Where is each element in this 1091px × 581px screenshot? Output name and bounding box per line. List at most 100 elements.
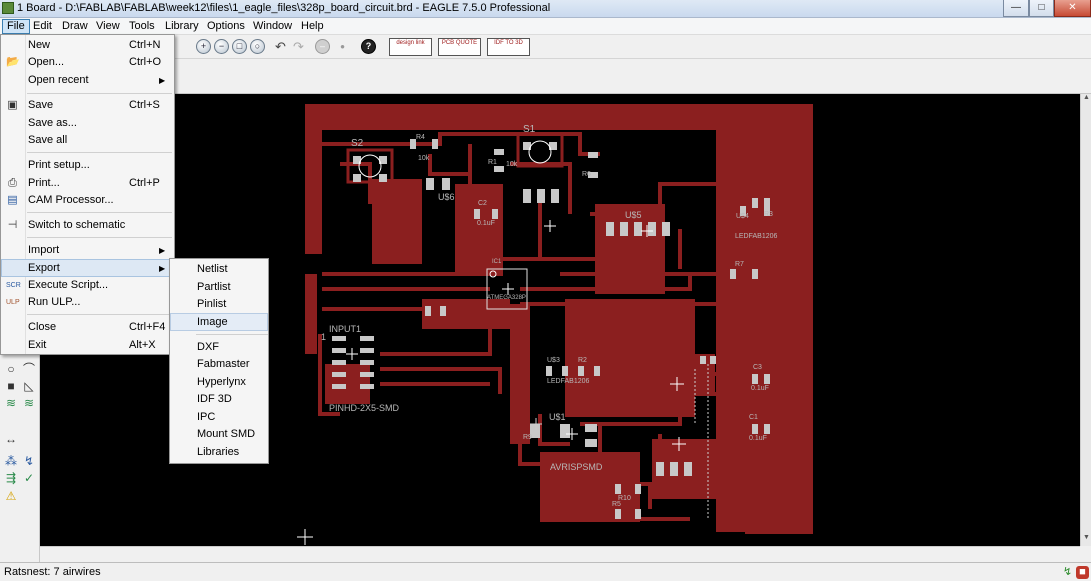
submenu-arrow-icon: ▶ — [159, 264, 166, 273]
menu-item-cam-processor[interactable]: ▤ CAM Processor... — [1, 192, 174, 209]
menu-item-switch-to-schematic[interactable]: ⊣ Switch to schematic — [1, 217, 174, 234]
menu-item-exit[interactable]: Exit Alt+X — [1, 337, 174, 354]
minimize-button[interactable]: — — [1003, 0, 1029, 17]
idf-to-3d-button[interactable]: IDF TO 3D — [487, 38, 530, 56]
rect-tool-icon[interactable]: ■ — [4, 379, 18, 393]
menu-item-shortcut: Ctrl+N — [129, 39, 161, 51]
label-c3-value: 0.1uF — [751, 385, 769, 392]
menu-item-label: Save as... — [28, 117, 77, 129]
polygon-tool-icon[interactable]: ◺ — [22, 379, 36, 393]
label-c1: C1 — [749, 414, 758, 421]
drc-icon[interactable]: ✓ — [22, 471, 36, 485]
maximize-button[interactable]: □ — [1029, 0, 1054, 17]
pcb-quote-button[interactable]: PCB QUOTE — [438, 38, 481, 56]
export-item-dxf[interactable]: DXF — [170, 339, 268, 356]
menu-item-print-setup[interactable]: Print setup... — [1, 157, 174, 174]
menu-help[interactable]: Help — [297, 19, 328, 34]
help-icon[interactable]: ? — [361, 39, 376, 54]
vertical-scrollbar[interactable]: ▲ ▼ — [1080, 94, 1091, 546]
layers-alt-icon[interactable]: ≋ — [22, 396, 36, 410]
layer-stack-icon[interactable]: ≋ — [4, 396, 18, 410]
menu-item-label: Run ULP... — [28, 296, 81, 308]
circle-tool-icon[interactable]: ○ — [4, 362, 18, 376]
ok-icon[interactable]: ↯ — [1061, 566, 1074, 579]
menu-item-close[interactable]: Close Ctrl+F4 — [1, 319, 174, 336]
submenu-arrow-icon: ▶ — [159, 246, 166, 255]
export-item-ipc[interactable]: IPC — [170, 409, 268, 426]
export-item-libraries[interactable]: Libraries — [170, 444, 268, 461]
menu-edit[interactable]: Edit — [29, 19, 56, 34]
menu-item-shortcut: Ctrl+F4 — [129, 321, 166, 333]
menu-file[interactable]: File — [2, 19, 30, 34]
scroll-up-icon[interactable]: ▲ — [1082, 94, 1091, 101]
route-icon[interactable]: ⇶ — [4, 471, 18, 485]
menu-item-shortcut: Alt+X — [129, 339, 156, 351]
scroll-down-icon[interactable]: ▼ — [1082, 534, 1091, 541]
menu-item-label: Save — [28, 99, 54, 111]
arc-tool-icon[interactable]: ⌒ — [22, 362, 36, 376]
horizontal-scrollbar[interactable] — [40, 546, 1080, 562]
menu-item-label: Print setup... — [28, 159, 90, 171]
menu-item-run-ulp[interactable]: ULP Run ULP... — [1, 294, 174, 311]
menu-item-export[interactable]: Export ▶ — [1, 259, 174, 277]
label-r4-value: 10k — [418, 155, 430, 162]
zoom-fit-icon[interactable]: ○ — [250, 39, 265, 54]
label-avrisp: AVRISPSMD — [550, 462, 603, 472]
label-c1-value: 0.1uF — [749, 435, 767, 442]
errors-icon[interactable]: ⚠ — [4, 489, 18, 503]
menu-item-open[interactable]: 📂 Open... Ctrl+O — [1, 54, 174, 71]
menu-separator — [196, 334, 268, 335]
menu-item-shortcut: Ctrl+P — [129, 177, 160, 189]
menu-item-import[interactable]: Import ▶ — [1, 242, 174, 259]
export-item-hyperlynx[interactable]: Hyperlynx — [170, 374, 268, 391]
label-pin1: 1 — [321, 332, 326, 342]
close-window-button[interactable]: ✕ — [1054, 0, 1091, 17]
stop-sign-icon[interactable]: ■ — [1076, 566, 1089, 579]
menu-view[interactable]: View — [92, 19, 124, 34]
menu-tools[interactable]: Tools — [125, 19, 159, 34]
export-item-partlist[interactable]: Partlist — [170, 279, 268, 296]
export-item-fabmaster[interactable]: Fabmaster — [170, 356, 268, 373]
zoom-in-icon[interactable]: + — [196, 39, 211, 54]
autorouter-icon[interactable]: ↯ — [22, 454, 36, 468]
stop-command-icon[interactable]: – — [315, 39, 330, 54]
go-icon[interactable]: • — [335, 39, 350, 54]
export-item-netlist[interactable]: Netlist — [170, 261, 268, 278]
label-r1-value: 10k — [506, 161, 518, 168]
menu-separator — [27, 93, 172, 94]
ratsnest-icon[interactable]: ⁂ — [4, 454, 18, 468]
menu-item-shortcut: Ctrl+S — [129, 99, 160, 111]
label-u6: U$6 — [438, 192, 455, 202]
menu-item-new[interactable]: New Ctrl+N — [1, 37, 174, 54]
label-u1: U$1 — [549, 412, 566, 422]
eagle-app-icon[interactable] — [2, 2, 14, 14]
label-r7: R7 — [735, 261, 744, 268]
label-r9: R9 — [523, 434, 532, 441]
menu-item-print[interactable]: ⎙ Print... Ctrl+P — [1, 175, 174, 192]
menu-item-save-as[interactable]: Save as... — [1, 115, 174, 132]
menu-item-open-recent[interactable]: Open recent ▶ — [1, 72, 174, 89]
design-link-button[interactable]: design link — [389, 38, 432, 56]
menu-draw[interactable]: Draw — [58, 19, 92, 34]
menu-item-execute-script[interactable]: SCR Execute Script... — [1, 277, 174, 294]
menu-item-label: Partlist — [197, 281, 231, 293]
open-folder-icon: 📂 — [6, 56, 20, 68]
redo-icon[interactable]: ↷ — [291, 39, 306, 54]
menu-options[interactable]: Options — [203, 19, 249, 34]
zoom-out-icon[interactable]: − — [214, 39, 229, 54]
label-c2: C2 — [478, 200, 487, 207]
zoom-select-icon[interactable]: □ — [232, 39, 247, 54]
export-item-pinlist[interactable]: Pinlist — [170, 296, 268, 313]
menu-library[interactable]: Library — [161, 19, 203, 34]
menu-item-save-all[interactable]: Save all — [1, 132, 174, 149]
export-item-mount-smd[interactable]: Mount SMD — [170, 426, 268, 443]
label-input1: INPUT1 — [329, 324, 361, 334]
menu-item-save[interactable]: ▣ Save Ctrl+S — [1, 97, 174, 114]
menu-item-label: Open... — [28, 56, 65, 68]
undo-icon[interactable]: ↶ — [273, 39, 288, 54]
menu-item-label: Image — [197, 316, 228, 328]
export-item-idf-3d[interactable]: IDF 3D — [170, 391, 268, 408]
export-item-image[interactable]: Image — [170, 313, 268, 331]
dimension-icon[interactable]: ↔ — [4, 432, 18, 446]
menu-window[interactable]: Window — [249, 19, 296, 34]
